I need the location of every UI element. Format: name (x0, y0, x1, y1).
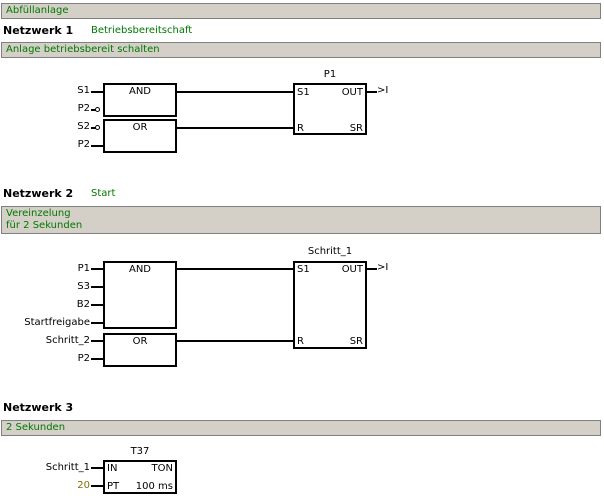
pin-out: OUT (341, 87, 363, 98)
and-gate-1[interactable]: AND (103, 83, 177, 117)
negation-circle (95, 125, 100, 130)
network-3-description[interactable]: 2 Sekunden (1, 420, 601, 436)
input-wire (91, 322, 103, 324)
input-label: S3 (77, 281, 90, 292)
pin-in: IN (107, 463, 118, 474)
network-1-comment[interactable]: Betriebsbereitschaft (91, 25, 192, 36)
input-label: B2 (76, 299, 90, 310)
pin-s1: S1 (297, 264, 310, 275)
input-wire (91, 485, 103, 487)
block-name[interactable]: P1 (293, 69, 367, 80)
or-to-r-wire (177, 340, 293, 342)
input-label: P2 (77, 139, 90, 150)
pin-r: R (297, 123, 304, 134)
input-wire (91, 268, 103, 270)
input-label: P2 (77, 353, 90, 364)
input-label: P2 (77, 103, 90, 114)
pin-s1: S1 (297, 87, 310, 98)
network-3-label[interactable]: Netzwerk 3 (3, 401, 73, 414)
input-label: S2 (77, 121, 90, 132)
and-to-s1-wire (177, 91, 293, 93)
coil-output-icon: >I (377, 262, 389, 273)
input-wire (91, 286, 103, 288)
negation-circle (95, 107, 100, 112)
network-1-label[interactable]: Netzwerk 1 (3, 24, 73, 37)
timer-type: TON (151, 463, 173, 474)
or-gate-label: OR (132, 336, 148, 347)
or-to-r-wire (177, 127, 293, 129)
network-1-description[interactable]: Anlage betriebsbereit schalten (1, 42, 601, 58)
pt-unit: 100 ms (135, 481, 173, 492)
block-name[interactable]: Schritt_1 (293, 246, 367, 257)
and-to-s1-wire (177, 268, 293, 270)
input-wire (91, 467, 103, 469)
and-gate-2[interactable]: AND (103, 261, 177, 329)
sr-block-2[interactable]: S1 OUT R SR (293, 261, 367, 349)
input-wire (91, 340, 103, 342)
or-gate-2[interactable]: OR (103, 333, 177, 367)
network-2-comment[interactable]: Start (91, 188, 115, 199)
input-wire (91, 304, 103, 306)
input-label: P1 (77, 263, 90, 274)
pin-r: R (297, 336, 304, 347)
input-label: Startfreigabe (24, 317, 90, 328)
sr-block-1[interactable]: S1 OUT R SR (293, 83, 367, 135)
or-gate-1[interactable]: OR (103, 119, 177, 153)
output-wire (367, 91, 377, 93)
input-label: S1 (77, 85, 90, 96)
timer-in-signal: Schritt_1 (45, 462, 90, 473)
network-2-description[interactable]: Vereinzelung für 2 Sekunden (1, 206, 601, 234)
input-wire (91, 145, 103, 147)
and-gate-label: AND (128, 264, 152, 275)
input-label: Schritt_2 (45, 335, 90, 346)
input-wire (91, 91, 103, 93)
timer-name[interactable]: T37 (103, 446, 177, 457)
pin-pt: PT (107, 481, 120, 492)
timer-pt-value[interactable]: 20 (10, 480, 90, 491)
network-2-label[interactable]: Netzwerk 2 (3, 187, 73, 200)
ton-timer-block[interactable]: IN TON PT 100 ms (103, 460, 177, 494)
coil-output-icon: >I (377, 85, 389, 96)
title-bar: Abfüllanlage (1, 3, 601, 19)
pin-sr: SR (349, 123, 363, 134)
input-wire (91, 358, 103, 360)
pin-sr: SR (349, 336, 363, 347)
and-gate-label: AND (128, 86, 152, 97)
or-gate-label: OR (132, 122, 148, 133)
output-wire (367, 268, 377, 270)
pin-out: OUT (341, 264, 363, 275)
